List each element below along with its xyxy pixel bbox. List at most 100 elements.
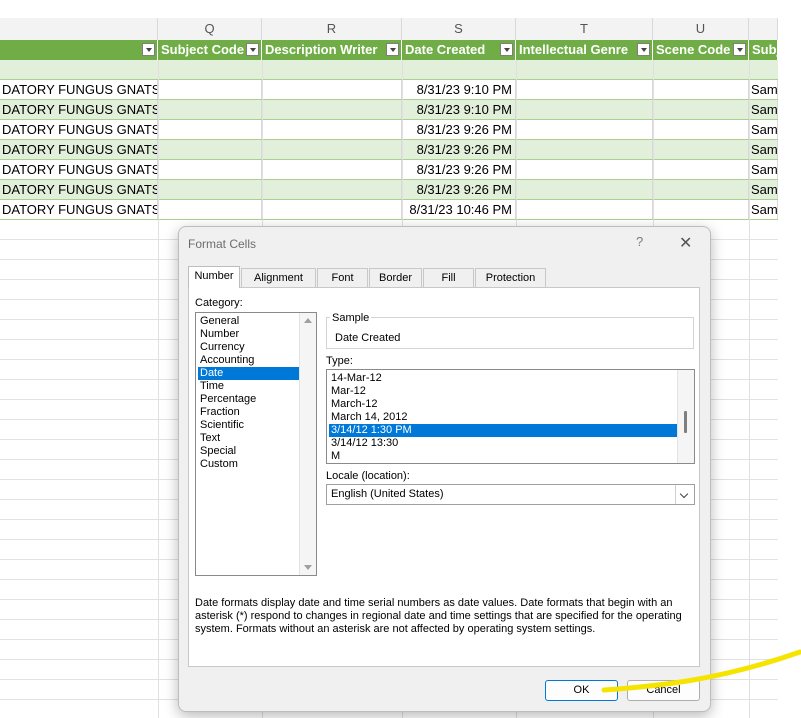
header-cell-subject-partial[interactable]: Subj: [749, 40, 778, 60]
cell-scene-code[interactable]: [653, 180, 749, 199]
column-letter-v-partial[interactable]: [749, 18, 778, 40]
filter-dropdown-button[interactable]: [386, 43, 399, 56]
category-item[interactable]: Special: [198, 445, 302, 458]
category-item[interactable]: Accounting: [198, 354, 302, 367]
cell-scene-code[interactable]: [653, 200, 749, 219]
tab-alignment[interactable]: Alignment: [241, 268, 316, 287]
column-letter-p-partial[interactable]: [0, 18, 158, 40]
tab-font[interactable]: Font: [317, 268, 368, 287]
cell-subject-code[interactable]: [158, 160, 262, 179]
column-letter-t[interactable]: T: [516, 18, 653, 40]
cell-name[interactable]: DATORY FUNGUS GNATS: [0, 140, 158, 159]
cell-date-created[interactable]: 8/31/23 9:10 PM: [402, 80, 516, 99]
cell-date-created[interactable]: 8/31/23 9:26 PM: [402, 140, 516, 159]
cell-date-created[interactable]: 8/31/23 9:10 PM: [402, 100, 516, 119]
category-item[interactable]: Number: [198, 328, 302, 341]
category-item[interactable]: General: [198, 315, 302, 328]
cell-description-writer[interactable]: [262, 180, 402, 199]
type-scrollbar[interactable]: [677, 370, 694, 463]
ok-button[interactable]: OK: [545, 680, 618, 701]
cell-subject-code[interactable]: [158, 140, 262, 159]
cell-description-writer[interactable]: [262, 140, 402, 159]
category-item[interactable]: Scientific: [198, 419, 302, 432]
chevron-down-icon[interactable]: [675, 485, 694, 504]
scroll-down-icon[interactable]: [304, 565, 312, 570]
cell-description-writer[interactable]: [262, 80, 402, 99]
filter-dropdown-button[interactable]: [246, 43, 259, 56]
tab-protection[interactable]: Protection: [475, 268, 546, 287]
type-item[interactable]: M: [329, 450, 677, 463]
cancel-button[interactable]: Cancel: [627, 680, 700, 701]
cell-scene-code[interactable]: [653, 120, 749, 139]
cell-intellectual-genre[interactable]: [516, 200, 653, 219]
cell-name[interactable]: DATORY FUNGUS GNATS: [0, 80, 158, 99]
column-letter-u[interactable]: U: [653, 18, 749, 40]
category-item[interactable]: Time: [198, 380, 302, 393]
cell-description-writer[interactable]: [262, 160, 402, 179]
cell-intellectual-genre[interactable]: [516, 120, 653, 139]
cell-date-created[interactable]: 8/31/23 9:26 PM: [402, 120, 516, 139]
scroll-up-icon[interactable]: [304, 318, 312, 323]
header-cell-scene-code[interactable]: Scene Code: [653, 40, 749, 60]
cell-intellectual-genre[interactable]: [516, 100, 653, 119]
cell-scene-code[interactable]: [653, 80, 749, 99]
cell-subject[interactable]: Sam: [749, 100, 778, 119]
cell-subject[interactable]: Sam: [749, 140, 778, 159]
cell-subject-code[interactable]: [158, 120, 262, 139]
cell-name[interactable]: DATORY FUNGUS GNATS: [0, 200, 158, 219]
type-item[interactable]: March 14, 2012: [329, 411, 677, 424]
column-letter-r[interactable]: R: [262, 18, 402, 40]
cell-subject[interactable]: Sam: [749, 180, 778, 199]
category-item[interactable]: Custom: [198, 458, 302, 471]
cell-name[interactable]: DATORY FUNGUS GNATS: [0, 160, 158, 179]
type-item[interactable]: March-12: [329, 398, 677, 411]
cell-scene-code[interactable]: [653, 100, 749, 119]
cell-scene-code[interactable]: [653, 140, 749, 159]
category-item[interactable]: Percentage: [198, 393, 302, 406]
type-item[interactable]: 14-Mar-12: [329, 372, 677, 385]
tab-number[interactable]: Number: [188, 266, 240, 288]
column-letter-q[interactable]: Q: [158, 18, 262, 40]
cell-date-created[interactable]: 8/31/23 10:46 PM: [402, 200, 516, 219]
header-cell-description-writer[interactable]: Description Writer: [262, 40, 402, 60]
tab-fill[interactable]: Fill: [423, 268, 474, 287]
cell-intellectual-genre[interactable]: [516, 180, 653, 199]
type-listbox[interactable]: 14-Mar-12 Mar-12 March-12 March 14, 2012 3/1…: [326, 369, 695, 464]
cell-subject[interactable]: Sam: [749, 120, 778, 139]
cell-intellectual-genre[interactable]: [516, 140, 653, 159]
category-listbox[interactable]: General Number Currency Accounting Date Time P…: [195, 312, 317, 576]
cell-subject-code[interactable]: [158, 180, 262, 199]
category-item[interactable]: Text: [198, 432, 302, 445]
cell-name[interactable]: DATORY FUNGUS GNATS: [0, 180, 158, 199]
cell-subject-code[interactable]: [158, 100, 262, 119]
type-item[interactable]: Mar-12: [329, 385, 677, 398]
type-item[interactable]: 3/14/12 13:30: [329, 437, 677, 450]
type-item[interactable]: 3/14/12 1:30 PM: [329, 424, 677, 437]
category-item[interactable]: Fraction: [198, 406, 302, 419]
cell-intellectual-genre[interactable]: [516, 80, 653, 99]
cell-intellectual-genre[interactable]: [516, 160, 653, 179]
filter-dropdown-button[interactable]: [500, 43, 513, 56]
category-item[interactable]: Date: [198, 367, 302, 380]
filter-dropdown-button[interactable]: [733, 43, 746, 56]
cell-description-writer[interactable]: [262, 120, 402, 139]
header-cell-date-created[interactable]: Date Created: [402, 40, 516, 60]
filter-dropdown-button[interactable]: [637, 43, 650, 56]
cell-subject-code[interactable]: [158, 80, 262, 99]
header-cell-subject-code[interactable]: Subject Code: [158, 40, 262, 60]
cell-subject[interactable]: Sam: [749, 160, 778, 179]
header-cell-intellectual-genre[interactable]: Intellectual Genre: [516, 40, 653, 60]
category-scrollbar[interactable]: [299, 313, 316, 575]
cell-name[interactable]: DATORY FUNGUS GNATS: [0, 100, 158, 119]
category-item[interactable]: Currency: [198, 341, 302, 354]
cell-subject-code[interactable]: [158, 200, 262, 219]
cell-date-created[interactable]: 8/31/23 9:26 PM: [402, 180, 516, 199]
close-icon[interactable]: ✕: [679, 233, 692, 253]
cell-date-created[interactable]: 8/31/23 9:26 PM: [402, 160, 516, 179]
cell-subject[interactable]: Sam: [749, 80, 778, 99]
locale-select[interactable]: English (United States): [326, 484, 695, 505]
cell-name[interactable]: DATORY FUNGUS GNATS: [0, 120, 158, 139]
cell-scene-code[interactable]: [653, 160, 749, 179]
scroll-thumb[interactable]: [684, 411, 687, 433]
cell-subject[interactable]: Sam: [749, 200, 778, 219]
